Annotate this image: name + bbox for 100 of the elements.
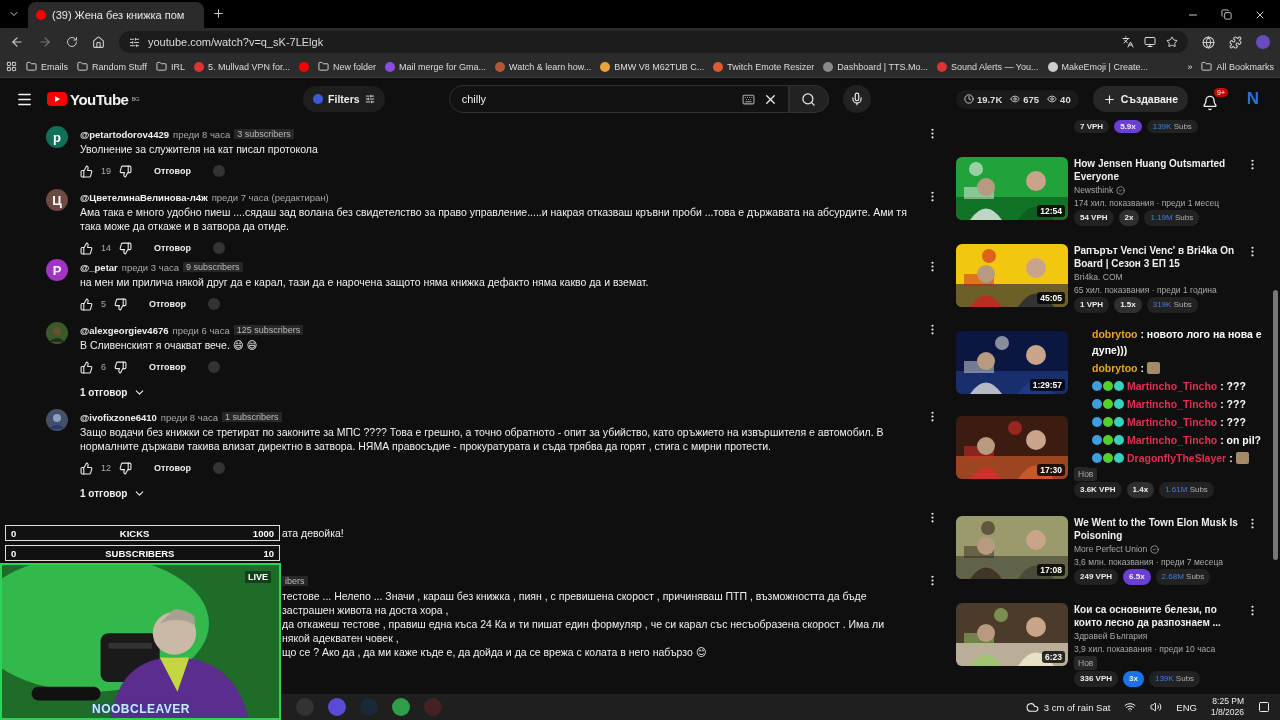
ratio-badge: 1.4x xyxy=(1126,482,1155,498)
video-thumbnail[interactable]: 17:30 xyxy=(956,416,1068,479)
chat-message: dobrytoo : xyxy=(1092,361,1144,376)
channel-name[interactable]: Newsthink xyxy=(1074,184,1240,196)
dislike-icon[interactable] xyxy=(114,297,127,311)
all-bookmarks[interactable]: All Bookmarks xyxy=(1201,61,1274,72)
search-field[interactable]: chilly xyxy=(459,92,734,106)
clock[interactable]: 8:25 PM 1/8/2026 xyxy=(1210,696,1244,718)
views-per-hour: 3.6K VPH xyxy=(1074,482,1122,498)
comment-author[interactable]: @alexgeorgiev4676 xyxy=(80,324,169,336)
like-icon[interactable] xyxy=(80,461,93,475)
taskbar-icon[interactable] xyxy=(392,698,410,716)
bookmark[interactable]: Emails xyxy=(26,61,68,72)
reply-button[interactable]: Отговор xyxy=(140,166,205,176)
bookmark[interactable]: Twitch Emote Resizer xyxy=(713,61,815,72)
video-thumbnail[interactable]: 1:29:57 xyxy=(956,331,1068,394)
bookmark[interactable]: Random Stuff xyxy=(77,61,147,72)
dislike-icon[interactable] xyxy=(119,241,132,255)
comment-text: ата девойка! xyxy=(282,526,345,540)
video-title[interactable]: How Jensen Huang Outsmarted Everyone xyxy=(1074,157,1240,183)
home-icon[interactable] xyxy=(92,35,105,49)
like-icon[interactable] xyxy=(80,241,93,255)
star-icon[interactable] xyxy=(1166,36,1178,48)
restore-icon[interactable] xyxy=(1221,9,1232,20)
dislike-icon[interactable] xyxy=(114,360,127,374)
create-button[interactable]: Създаване xyxy=(1092,86,1188,112)
bookmark[interactable]: MakeEmoji | Create... xyxy=(1047,61,1148,72)
dislike-icon[interactable] xyxy=(119,164,132,178)
site-settings-icon[interactable] xyxy=(129,36,140,48)
bookmark[interactable]: Mail merge for Gma... xyxy=(385,61,486,72)
video-meta: 3,9 хил. показвания · преди 10 часа xyxy=(1074,643,1217,655)
like-count: 12 xyxy=(101,463,111,473)
video-thumbnail[interactable]: 17:08 xyxy=(956,516,1068,579)
search-box[interactable]: chilly xyxy=(448,85,789,113)
video-title[interactable]: Рапърът Venci Venc' в Bri4ka On Board | Сезон 3 ЕП 15 xyxy=(1074,244,1240,270)
taskbar-icon[interactable] xyxy=(328,698,346,716)
reply-button[interactable]: Отговор xyxy=(135,362,200,372)
forward-icon[interactable] xyxy=(38,35,52,49)
translate-icon[interactable] xyxy=(1122,36,1134,48)
comment-author[interactable]: @petartodorov4429 xyxy=(80,128,169,140)
like-icon[interactable] xyxy=(80,297,93,311)
reply-button[interactable]: Отговор xyxy=(135,299,200,309)
channel-name[interactable]: More Perfect Union xyxy=(1074,543,1240,555)
network-icon[interactable] xyxy=(1124,701,1137,713)
language-indicator[interactable]: ENG xyxy=(1176,701,1197,713)
back-icon[interactable] xyxy=(10,35,24,49)
address-bar[interactable]: youtube.com/watch?v=q_sK-7LElgk xyxy=(119,31,1188,53)
bookmark[interactable]: 5. Mullvad VPN for... xyxy=(193,61,290,72)
chat-message: Martincho_Tincho : ??? xyxy=(1127,415,1246,430)
new-badge: Нов xyxy=(1074,656,1098,670)
ratio-badge: 3x xyxy=(1123,671,1144,687)
like-icon[interactable] xyxy=(80,164,93,178)
subscriber-count: 2.68M Subs xyxy=(1155,569,1211,585)
close-icon[interactable] xyxy=(1254,9,1266,21)
comment-time: преди 3 часа xyxy=(121,261,179,273)
notification-icon[interactable] xyxy=(1258,701,1270,713)
more-bookmarks[interactable]: » xyxy=(1187,61,1193,72)
apps-icon[interactable] xyxy=(6,61,17,72)
scrollbar[interactable] xyxy=(1273,290,1278,560)
replies-toggle[interactable]: 1 отговор xyxy=(80,378,147,409)
site-icon xyxy=(937,61,947,72)
keyboard-icon[interactable] xyxy=(741,92,755,106)
search-button[interactable] xyxy=(788,85,829,113)
dislike-icon[interactable] xyxy=(119,461,132,475)
bookmark[interactable]: Watch & learn how... xyxy=(495,61,592,72)
comment-author[interactable]: @_petar xyxy=(80,261,118,273)
browser-tab[interactable]: (39) Жена без книжка пом xyxy=(28,2,204,28)
weather-icon xyxy=(1025,700,1039,714)
comment-author[interactable]: @ЦветелинаВелинова-л4ж xyxy=(80,191,208,203)
goal-label: KICKS xyxy=(119,527,150,539)
comment-time: преди 7 часа (редактиран) xyxy=(211,191,329,203)
reload-icon[interactable] xyxy=(66,36,78,48)
reply-button[interactable]: Отговор xyxy=(140,463,205,473)
volume-icon[interactable] xyxy=(1150,701,1163,713)
bookmark[interactable]: IRL xyxy=(155,61,185,72)
youtube-logo[interactable]: YouTube $^{BG}$ xyxy=(47,90,140,108)
avatar xyxy=(46,409,68,431)
comment-author[interactable]: @ivofixzone6410 xyxy=(80,411,157,423)
replies-toggle[interactable]: 1 отговор xyxy=(80,479,147,510)
video-title[interactable]: We Went to the Town Elon Musk Is Poisoning xyxy=(1074,516,1240,542)
goal-target: 10 xyxy=(263,547,274,559)
bookmark[interactable]: Dashboard | TTS.Mo... xyxy=(823,61,928,72)
reply-button[interactable]: Отговор xyxy=(140,243,205,253)
like-icon[interactable] xyxy=(80,360,93,374)
ratio-badge: 2x xyxy=(1118,210,1140,226)
bookmark[interactable]: Sound Alerts — You... xyxy=(937,61,1039,72)
video-thumbnail[interactable]: 12:54 xyxy=(956,157,1068,220)
extensions-icon[interactable] xyxy=(1229,35,1242,49)
bookmark[interactable]: New folder xyxy=(317,61,376,72)
bookmark[interactable]: BMW V8 M62TUB C... xyxy=(600,61,705,72)
video-thumbnail[interactable]: 6:23 xyxy=(956,603,1068,666)
channel-name[interactable]: Bri4ka. COM xyxy=(1074,271,1240,283)
channel-name[interactable]: Здравей България xyxy=(1074,630,1240,642)
screen-icon[interactable] xyxy=(1144,36,1156,48)
video-thumbnail[interactable]: 45:05 xyxy=(956,244,1068,307)
filters-button[interactable]: Filters xyxy=(303,86,385,112)
bookmark[interactable] xyxy=(298,61,309,72)
goal-current: 0 xyxy=(11,527,17,539)
video-title[interactable]: Кои са основните белези, по които лесно да разпознаем ... xyxy=(1074,603,1240,629)
microphone-button[interactable] xyxy=(842,85,871,113)
